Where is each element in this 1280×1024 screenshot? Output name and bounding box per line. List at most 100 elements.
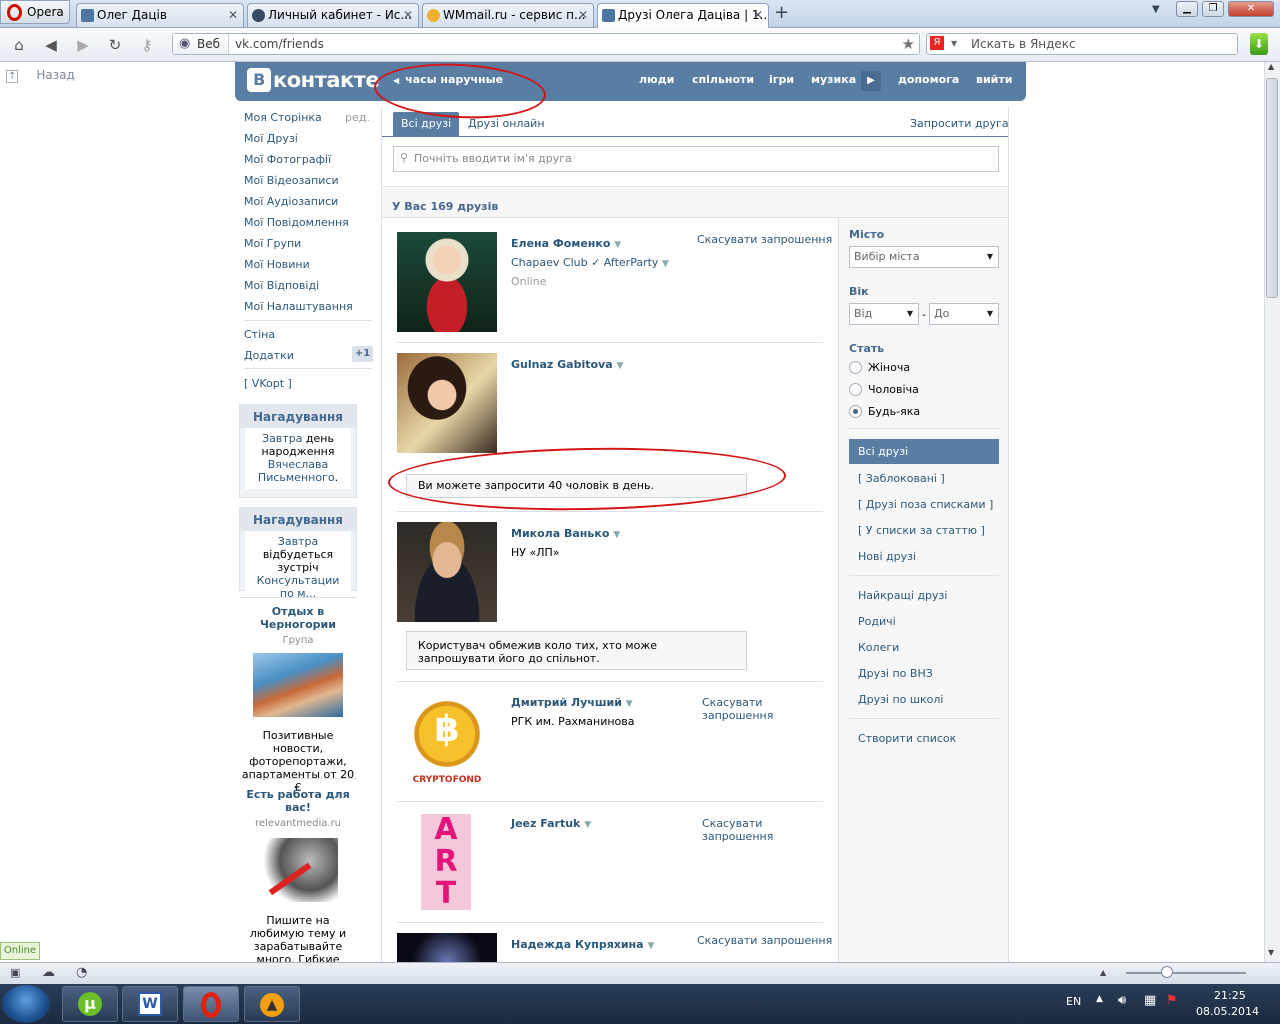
create-list-link[interactable]: Створити список [858, 732, 956, 745]
age-to-select[interactable]: До ▼ [929, 303, 999, 325]
ad-work[interactable]: Есть работа для вас! relevantmedia.ru Пи… [239, 788, 357, 979]
tab-close-icon[interactable]: ✕ [403, 4, 413, 26]
yandex-search-input[interactable]: Я ▼ Искать в Яндекс [926, 33, 1238, 55]
reminder-date-link[interactable]: Завтра [278, 535, 318, 548]
sex-male-radio[interactable] [849, 383, 862, 396]
taskbar-utorrent[interactable]: µ [62, 986, 118, 1022]
new-tab-icon[interactable]: + [774, 4, 789, 22]
chevron-down-icon[interactable]: ▼ [662, 259, 669, 269]
cancel-invite-link[interactable]: Скасувати запрошення [697, 233, 832, 246]
menu-my-settings[interactable]: Мої Налаштування [244, 300, 353, 313]
friend-name[interactable]: Елена Фоменко ▼ [511, 237, 621, 250]
list-all-friends[interactable]: Всі друзі [849, 439, 999, 464]
cancel-invite-link[interactable]: Скасувати запрошення [697, 934, 832, 947]
volume-icon[interactable]: 🔊︎ [1118, 993, 1126, 1008]
list-relatives[interactable]: Родичі [858, 615, 896, 628]
friend-photo[interactable] [397, 232, 497, 332]
sex-female-radio[interactable] [849, 361, 862, 374]
ad-montenegro[interactable]: Отдых в Черногории Група Позитивные ново… [239, 605, 357, 794]
menu-my-friends[interactable]: Мої Друзі [244, 132, 298, 145]
list-new-friends[interactable]: Нові друзі [858, 550, 916, 563]
nav-help[interactable]: допомога [898, 73, 959, 86]
friend-name[interactable]: Микола Ванько ▼ [511, 527, 620, 540]
zoom-slider[interactable] [1126, 972, 1246, 974]
menu-my-audio[interactable]: Мої Аудіозаписи [244, 195, 338, 208]
web-badge[interactable]: ◉ Веб [173, 34, 229, 54]
taskbar-opera[interactable] [183, 986, 239, 1022]
forward-arrow-icon[interactable]: ▶ [74, 36, 92, 54]
menu-wall[interactable]: Стіна [244, 328, 275, 341]
list-colleagues[interactable]: Колеги [858, 641, 899, 654]
menu-my-news[interactable]: Мої Новини [244, 258, 310, 271]
browser-tab-3[interactable]: WMmail.ru - сервис п... ✕ [422, 3, 594, 27]
download-icon[interactable]: ⬇ [1250, 33, 1268, 55]
friend-name[interactable]: Дмитрий Лучший ▼ [511, 696, 633, 709]
zoom-slider-handle[interactable] [1161, 966, 1173, 978]
browser-tab-1[interactable]: Олег Даців ✕ [76, 3, 244, 27]
network-icon[interactable]: ▦ [1144, 993, 1156, 1008]
friend-photo[interactable] [397, 522, 497, 622]
opera-menu-button[interactable]: Opera [0, 0, 70, 24]
speed-dial-icon[interactable]: ◔ [76, 965, 87, 980]
list-best-friends[interactable]: Найкращі друзі [858, 589, 947, 602]
vk-logo[interactable]: Вконтакте [247, 68, 380, 92]
reload-icon[interactable]: ↻ [106, 36, 124, 54]
scroll-up-icon[interactable]: ▲ [1268, 62, 1274, 71]
apps-counter-badge[interactable]: +1 [352, 346, 373, 362]
chevron-down-icon[interactable]: ▼ [951, 34, 957, 54]
cancel-invite-link[interactable]: Скасувати запрошення [702, 817, 782, 843]
nav-logout[interactable]: вийти [976, 73, 1012, 86]
ad-title[interactable]: Есть работа для вас! [239, 788, 357, 814]
menu-my-groups[interactable]: Мої Групи [244, 237, 301, 250]
age-from-select[interactable]: Від ▼ [849, 303, 919, 325]
friend-photo[interactable]: ฿ CRYPTOFOND [397, 691, 497, 791]
chevron-down-icon[interactable]: ▼ [626, 699, 633, 709]
ad-pencil-image[interactable] [258, 838, 338, 902]
browser-tab-2[interactable]: Личный кабинет - Ис... ✕ [247, 3, 419, 27]
scroll-down-icon[interactable]: ▼ [1268, 948, 1274, 957]
address-field[interactable]: ◉ Веб vk.com/friends ★ [172, 33, 920, 55]
sex-any-label[interactable]: Будь-яка [868, 405, 920, 418]
chevron-down-icon[interactable]: ▼ [584, 820, 591, 830]
clock-date[interactable]: 08.05.2014 [1196, 1005, 1259, 1018]
nav-music[interactable]: музика [811, 73, 856, 86]
ad-title[interactable]: Отдых в Черногории [239, 605, 357, 631]
ad-montenegro-image[interactable] [253, 653, 343, 717]
tray-expand-icon[interactable]: ▲ [1096, 994, 1103, 1004]
bookmark-star-icon[interactable]: ★ [902, 34, 915, 54]
menu-my-videos[interactable]: Мої Відеозаписи [244, 174, 339, 187]
menu-my-page[interactable]: Моя Сторінка [244, 111, 322, 124]
minimize-icon[interactable]: ▁ [1176, 1, 1198, 17]
friend-photo[interactable] [397, 933, 497, 962]
restore-icon[interactable]: ❐ [1202, 1, 1224, 17]
reminder-date-link[interactable]: Завтра [262, 432, 302, 445]
cloud-icon[interactable]: ☁ [42, 965, 55, 980]
cancel-invite-link[interactable]: Скасувати запрошення [702, 696, 782, 722]
menu-my-photos[interactable]: Мої Фотографії [244, 153, 331, 166]
zoom-menu-icon[interactable]: ▲ [1100, 968, 1106, 977]
tab-list-icon[interactable]: ▼ [1152, 4, 1160, 15]
menu-edit-link[interactable]: ред. [345, 111, 370, 124]
browser-tab-4-active[interactable]: Друзі Олега Даціва | 1... ✕ [597, 3, 769, 28]
menu-apps[interactable]: Додатки [244, 349, 294, 362]
friend-name[interactable]: Надежда Купряхина ▼ [511, 938, 654, 951]
chevron-down-icon[interactable]: ▼ [616, 361, 623, 371]
nav-communities[interactable]: спільноти [692, 73, 754, 86]
friend-name[interactable]: Gulnaz Gabitova ▼ [511, 358, 623, 371]
back-arrow-icon[interactable]: ◀ [42, 36, 60, 54]
list-university-friends[interactable]: Друзі по ВНЗ [858, 667, 933, 680]
start-button[interactable] [2, 985, 50, 1023]
home-icon[interactable]: ⌂ [10, 36, 28, 54]
chevron-down-icon[interactable]: ▼ [647, 941, 654, 951]
taskbar-word[interactable]: W [122, 986, 178, 1022]
list-by-sex[interactable]: [ У списки за статтю ] [858, 524, 985, 537]
language-indicator[interactable]: EN [1066, 995, 1081, 1008]
friend-name[interactable]: Jeez Fartuk ▼ [511, 817, 591, 830]
friend-info[interactable]: Chapaev Club ✓ AfterParty ▼ [511, 256, 669, 269]
action-center-icon[interactable]: ⚑ [1166, 993, 1178, 1008]
list-school-friends[interactable]: Друзі по школі [858, 693, 943, 706]
invite-friend-link[interactable]: Запросити друга [910, 117, 1009, 130]
friend-photo[interactable]: ART [397, 812, 497, 912]
play-icon[interactable]: ▶ [861, 71, 881, 91]
tab-close-icon[interactable]: ✕ [753, 4, 763, 26]
